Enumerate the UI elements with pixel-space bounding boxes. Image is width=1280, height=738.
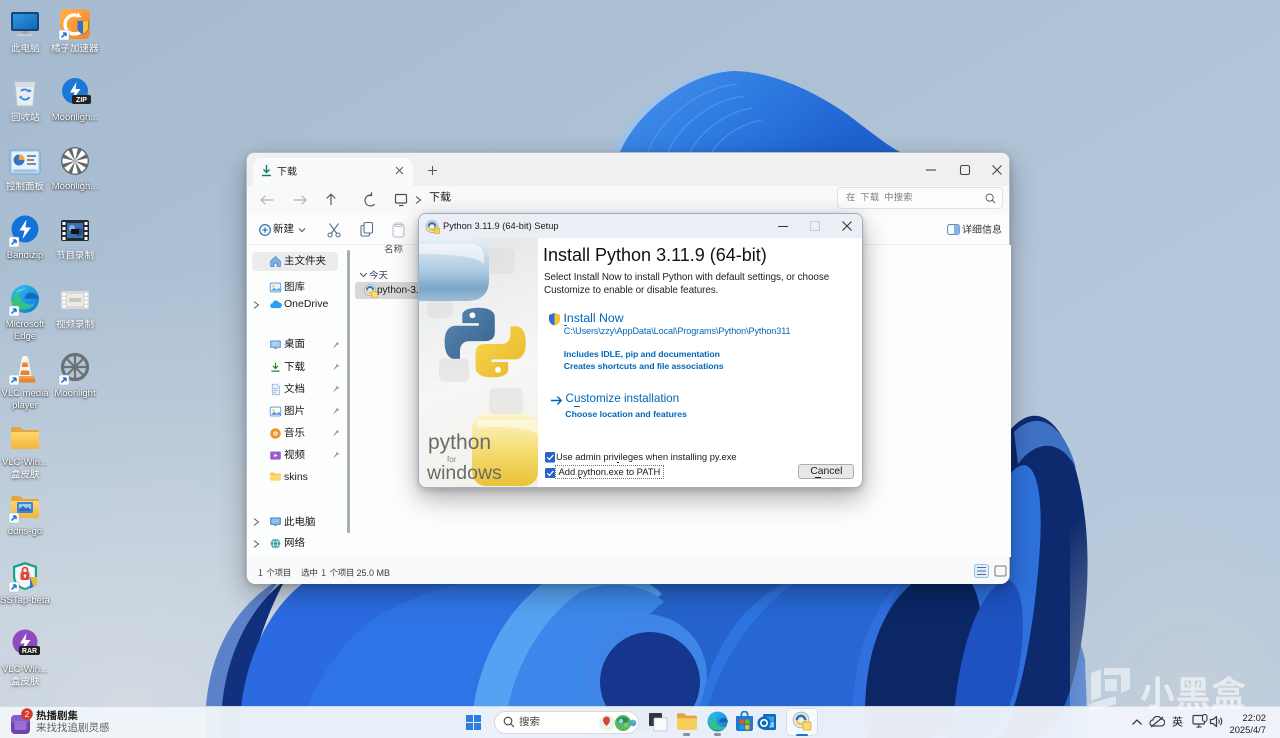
svg-text:2: 2 — [25, 710, 30, 719]
svg-text:ZIP: ZIP — [76, 97, 87, 104]
svg-text:RAR: RAR — [22, 648, 37, 655]
